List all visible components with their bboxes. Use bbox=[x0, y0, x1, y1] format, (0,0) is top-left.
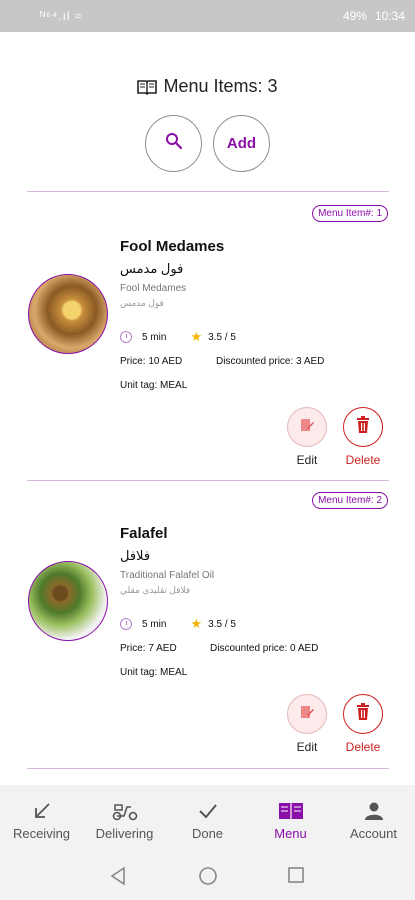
menu-item-card: Menu Item#: 1 Fool Medames فول مدمس Fool… bbox=[0, 205, 415, 490]
status-time: 10:34 bbox=[374, 9, 405, 23]
prep-time: 5 min bbox=[142, 331, 167, 343]
discounted-price: Discounted price: 3 AED bbox=[216, 356, 325, 367]
divider bbox=[27, 480, 389, 481]
edit-icon bbox=[299, 704, 315, 725]
trash-icon bbox=[355, 415, 371, 439]
add-button[interactable]: Add bbox=[213, 115, 270, 172]
menu-item-card: Menu Item#: 2 Falafel فلافل Traditional … bbox=[0, 492, 415, 777]
dish-description-arabic: فلافل تقليدي مقلي bbox=[120, 585, 191, 595]
star-icon: ★ bbox=[190, 329, 203, 344]
person-icon bbox=[364, 799, 384, 823]
page-title-text: Menu Items: 3 bbox=[163, 76, 278, 96]
divider bbox=[27, 191, 389, 192]
recents-icon[interactable] bbox=[287, 866, 305, 889]
dish-description: Traditional Falafel Oil bbox=[120, 570, 215, 581]
check-icon bbox=[198, 799, 218, 823]
dish-name-arabic: فول مدمس bbox=[120, 261, 184, 276]
delete-label[interactable]: Delete bbox=[333, 740, 393, 754]
delete-button[interactable] bbox=[343, 407, 383, 447]
unit-tag: Unit tag: MEAL bbox=[120, 667, 188, 678]
edit-label[interactable]: Edit bbox=[277, 740, 337, 754]
dish-photo bbox=[28, 561, 108, 641]
price: Price: 7 AED bbox=[120, 643, 177, 654]
edit-icon bbox=[299, 417, 315, 438]
trash-icon bbox=[355, 702, 371, 726]
page-title: Menu Items: 3 bbox=[0, 76, 415, 100]
dish-name: Fool Medames bbox=[120, 238, 225, 255]
menu-item-badge: Menu Item#: 2 bbox=[312, 492, 388, 509]
arrow-down-left-icon bbox=[32, 799, 52, 823]
system-nav-bar bbox=[0, 852, 415, 900]
clock-icon bbox=[120, 618, 132, 630]
book-icon bbox=[137, 79, 158, 100]
back-icon[interactable] bbox=[109, 866, 127, 891]
status-bar: ᴺ⁶⁴.ıl ≈ 49% 10:34 bbox=[0, 0, 415, 32]
discounted-price: Discounted price: 0 AED bbox=[210, 643, 319, 654]
bottom-nav: Receiving Delivering Done Menu Account bbox=[0, 785, 415, 852]
book-icon bbox=[278, 799, 304, 823]
search-button[interactable] bbox=[145, 115, 202, 172]
edit-button[interactable] bbox=[287, 407, 327, 447]
battery-level: 49% bbox=[342, 9, 367, 23]
dish-name: Falafel bbox=[120, 525, 168, 542]
delete-label[interactable]: Delete bbox=[333, 453, 393, 467]
edit-label[interactable]: Edit bbox=[277, 453, 337, 467]
rating: 3.5 / 5 bbox=[208, 331, 236, 343]
dish-name-arabic: فلافل bbox=[120, 548, 151, 563]
nav-menu[interactable]: Menu bbox=[249, 785, 332, 852]
scooter-icon bbox=[112, 799, 138, 823]
price: Price: 10 AED bbox=[120, 356, 183, 367]
nav-done[interactable]: Done bbox=[166, 785, 249, 852]
add-button-label: Add bbox=[226, 135, 257, 152]
dish-description-arabic: فول مدمس bbox=[120, 298, 164, 308]
rating: 3.5 / 5 bbox=[208, 618, 236, 630]
dish-photo bbox=[28, 274, 108, 354]
prep-time: 5 min bbox=[142, 618, 167, 630]
dish-description: Fool Medames bbox=[120, 283, 187, 294]
home-icon[interactable] bbox=[198, 866, 218, 891]
search-icon bbox=[165, 132, 183, 155]
edit-button[interactable] bbox=[287, 694, 327, 734]
clock-icon bbox=[120, 331, 132, 343]
divider bbox=[27, 768, 389, 769]
unit-tag: Unit tag: MEAL bbox=[120, 380, 188, 391]
star-icon: ★ bbox=[190, 616, 203, 631]
delete-button[interactable] bbox=[343, 694, 383, 734]
nav-delivering[interactable]: Delivering bbox=[83, 785, 166, 852]
nav-account[interactable]: Account bbox=[332, 785, 415, 852]
menu-item-badge: Menu Item#: 1 bbox=[312, 205, 388, 222]
signal-wifi-indicator: ᴺ⁶⁴.ıl ≈ bbox=[40, 9, 83, 23]
nav-receiving[interactable]: Receiving bbox=[0, 785, 83, 852]
